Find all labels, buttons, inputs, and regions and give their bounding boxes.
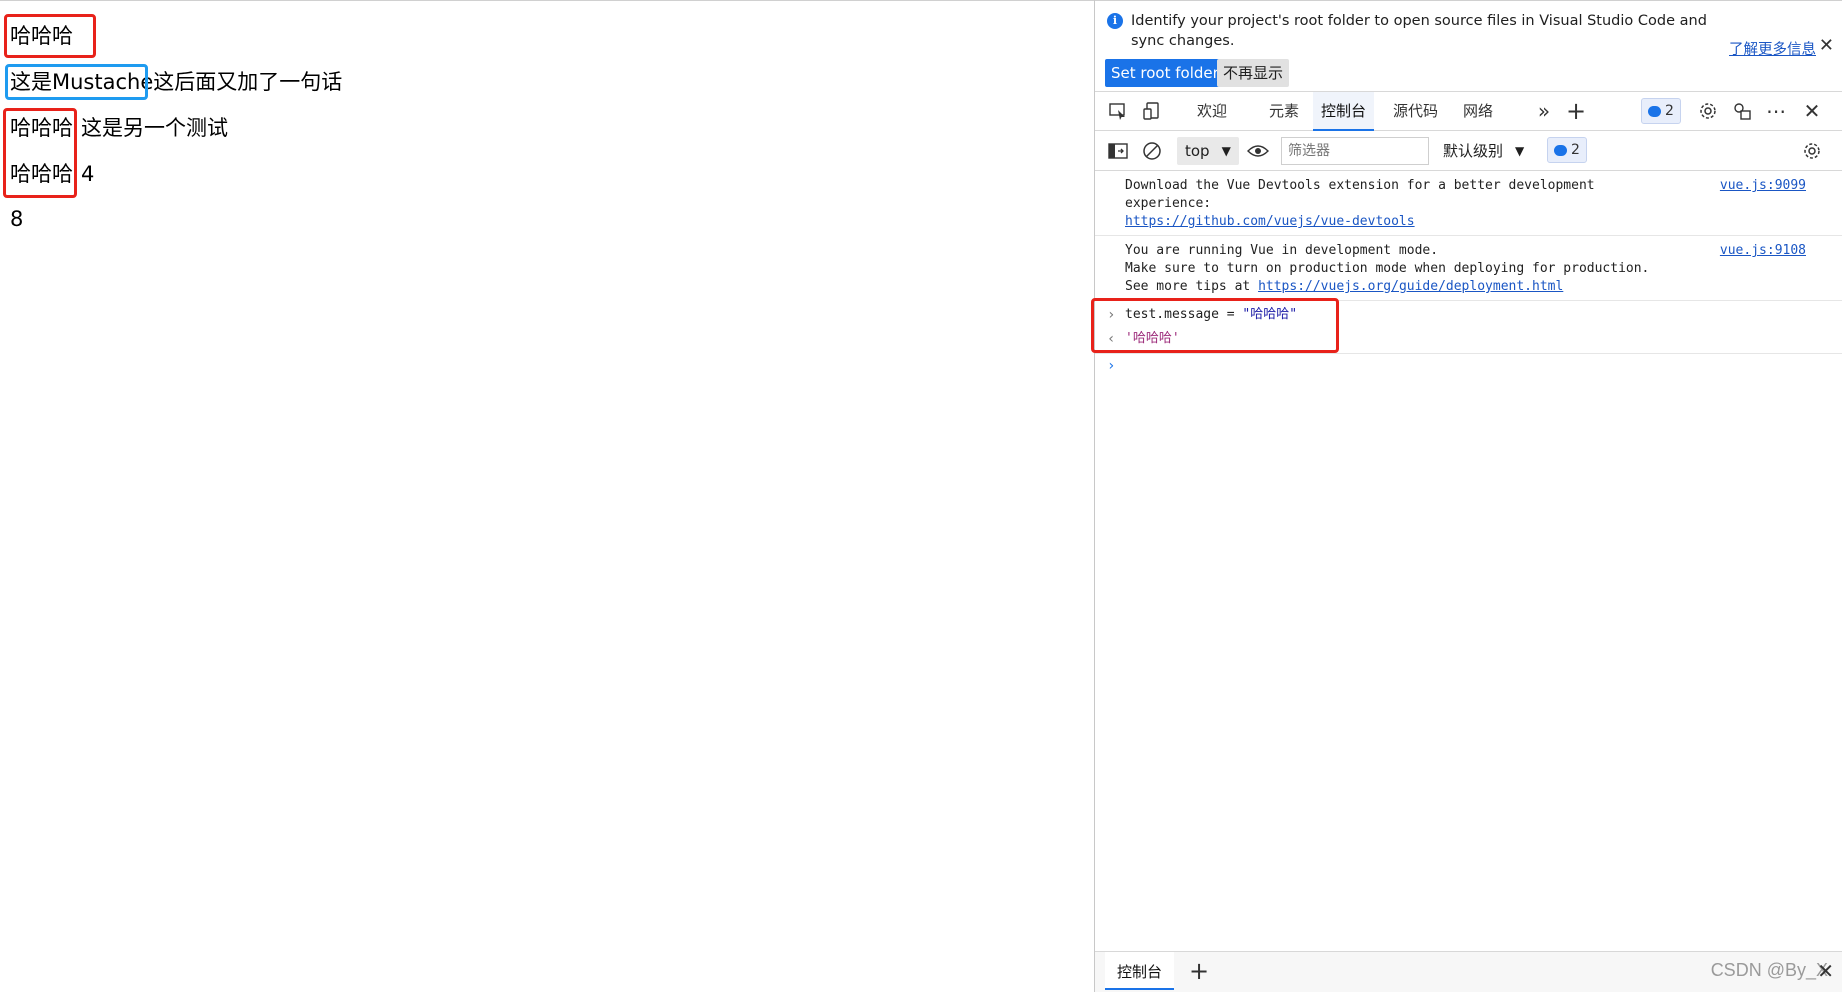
appended-text: 这后面又加了一句话 xyxy=(153,70,343,94)
issues-badge-filter[interactable]: 2 xyxy=(1547,137,1587,163)
close-icon[interactable]: ✕ xyxy=(1819,35,1834,56)
console-settings-icon[interactable] xyxy=(1799,138,1825,164)
console-filterbar: top ▼ 默认级别 ▼ 2 xyxy=(1095,131,1842,171)
settings-icon[interactable] xyxy=(1695,98,1721,124)
issues-count: 2 xyxy=(1665,103,1674,119)
message-line: experience: xyxy=(1125,196,1212,211)
watermark: CSDN @By_X xyxy=(1710,960,1828,980)
tab-console[interactable]: 控制台 xyxy=(1313,92,1375,131)
console-output: vue.js:9099 Download the Vue Devtools ex… xyxy=(1091,171,1842,374)
drawer-tab-console[interactable]: 控制台 xyxy=(1105,952,1175,990)
devtools-panel: i Identify your project's root folder to… xyxy=(1091,0,1842,992)
infobar: i Identify your project's root folder to… xyxy=(1095,0,1842,90)
console-filter-input[interactable] xyxy=(1281,137,1429,165)
more-options-icon[interactable]: ⋯ xyxy=(1763,98,1789,124)
context-select[interactable]: top ▼ xyxy=(1177,137,1239,165)
close-devtools-icon[interactable]: ✕ xyxy=(1799,98,1825,124)
red-highlight-box xyxy=(4,14,96,58)
message-line: You are running Vue in development mode. xyxy=(1125,243,1439,258)
line3-suffix: 这是另一个测试 xyxy=(81,116,228,140)
dropdown-arrow-icon: ▼ xyxy=(1221,144,1231,158)
clear-console-icon[interactable] xyxy=(1139,138,1165,164)
context-value: top xyxy=(1185,142,1210,160)
message-line: Download the Vue Devtools extension for … xyxy=(1125,178,1595,193)
page-line-5: 8 xyxy=(10,207,24,231)
tab-welcome[interactable]: 欢迎 xyxy=(1197,92,1227,130)
message-line: See more tips at xyxy=(1125,279,1259,294)
dont-show-again-button[interactable]: 不再显示 xyxy=(1217,59,1290,87)
page-viewport: 哈哈哈 这是Mustache这后面又加了一句话 哈哈哈 这是另一个测试 哈哈哈 4 … xyxy=(0,0,1094,992)
live-expression-eye-icon[interactable] xyxy=(1245,138,1271,164)
drawer-tabbar: 控制台 + CSDN @By_X ✕ xyxy=(1095,951,1842,992)
dropdown-arrow-icon: ▼ xyxy=(1515,144,1525,158)
tab-elements[interactable]: 元素 xyxy=(1269,92,1299,130)
infobar-message: Identify your project's root folder to o… xyxy=(1131,13,1707,49)
console-input-entry: › test.message = "哈哈哈" ‹ '哈哈哈' xyxy=(1091,298,1842,354)
close-drawer-icon[interactable]: ✕ xyxy=(1817,959,1834,983)
message-line: Make sure to turn on production mode whe… xyxy=(1125,261,1650,276)
log-level-select[interactable]: 默认级别 ▼ xyxy=(1443,137,1524,165)
deployment-guide-link[interactable]: https://vuejs.org/guide/deployment.html xyxy=(1258,279,1563,294)
devtools-github-link[interactable]: https://github.com/vuejs/vue-devtools xyxy=(1125,214,1415,229)
more-tabs-icon[interactable]: » xyxy=(1531,98,1557,124)
line4-suffix: 4 xyxy=(81,162,95,186)
source-link[interactable]: vue.js:9099 xyxy=(1720,177,1806,195)
connection-icon[interactable] xyxy=(1729,98,1755,124)
issues-count: 2 xyxy=(1571,142,1580,158)
message-icon xyxy=(1554,144,1567,156)
console-message: vue.js:9099 Download the Vue Devtools ex… xyxy=(1095,171,1842,236)
inspect-element-icon[interactable] xyxy=(1105,98,1131,124)
add-drawer-tab-icon[interactable]: + xyxy=(1189,957,1209,985)
tab-sources[interactable]: 源代码 xyxy=(1393,92,1438,130)
device-toolbar-icon[interactable] xyxy=(1139,98,1165,124)
red-highlight-box-3 xyxy=(1091,298,1339,353)
tab-network[interactable]: 网络 xyxy=(1463,92,1493,130)
issues-badge[interactable]: 2 xyxy=(1641,98,1681,124)
info-icon: i xyxy=(1107,13,1123,29)
red-highlight-box-2 xyxy=(3,108,77,198)
console-message: vue.js:9108 You are running Vue in devel… xyxy=(1095,236,1842,301)
log-level-value: 默认级别 xyxy=(1443,142,1504,160)
blue-highlight-box xyxy=(5,64,148,100)
add-tab-icon[interactable]: + xyxy=(1563,97,1589,125)
set-root-folder-button[interactable]: Set root folder xyxy=(1105,59,1225,87)
sidebar-toggle-icon[interactable] xyxy=(1105,138,1131,164)
prompt-chevron-icon: › xyxy=(1107,358,1116,374)
source-link[interactable]: vue.js:9108 xyxy=(1720,242,1806,260)
message-icon xyxy=(1648,105,1661,117)
devtools-tabbar: 欢迎 元素 控制台 源代码 网络 » + 2 ⋯ ✕ xyxy=(1095,91,1842,131)
learn-more-link[interactable]: 了解更多信息 xyxy=(1729,38,1816,59)
